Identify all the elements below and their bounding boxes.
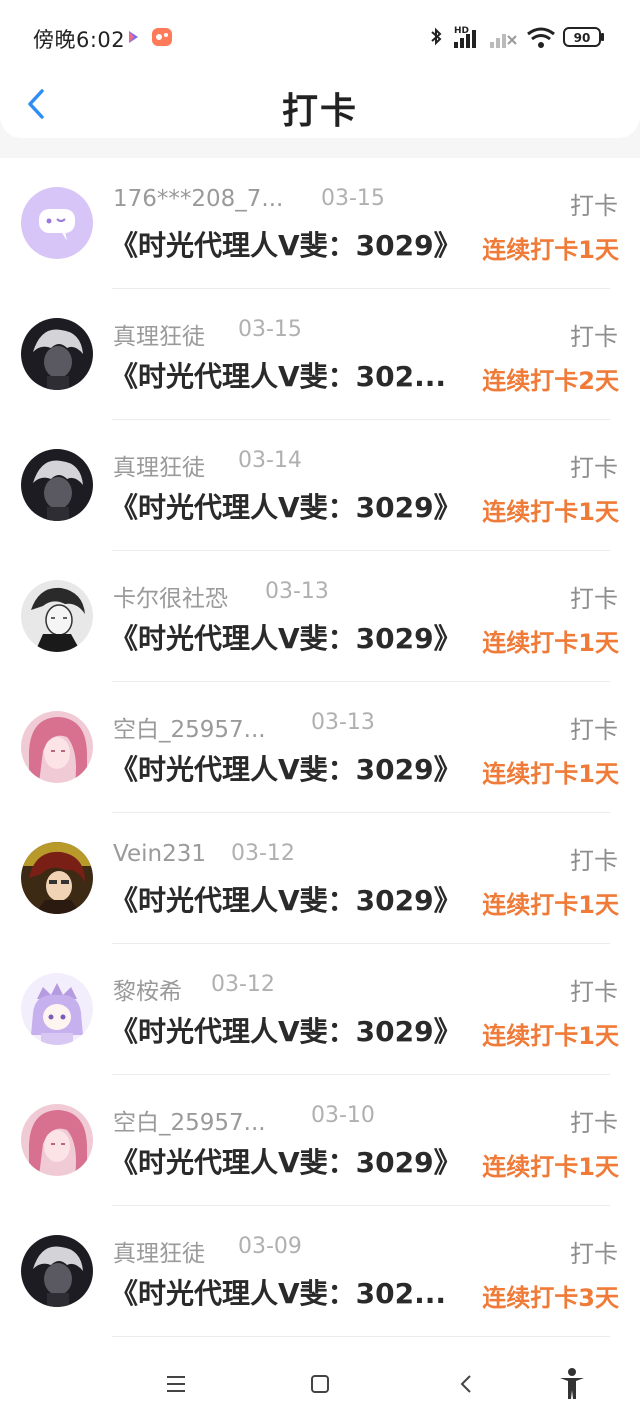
nav-bar: 打卡 (0, 70, 640, 138)
book-title: 《时光代理人V斐：3029》 (110, 229, 462, 262)
menu-icon (167, 1376, 185, 1392)
red-hair-avatar[interactable] (21, 842, 93, 914)
list-item[interactable]: 卡尔很社恐 03-13 打卡 《时光代理人V斐：3029》 连续打卡1天 (0, 551, 640, 682)
list-item[interactable]: Vein231 03-12 打卡 《时光代理人V斐：3029》 连续打卡1天 (0, 813, 640, 944)
streak-label: 连续打卡1天 (482, 498, 619, 526)
streak-label: 连续打卡1天 (482, 236, 619, 264)
list-item[interactable]: 176***208_7... 03-15 打卡 《时光代理人V斐：3029》 连… (0, 158, 640, 289)
streak-label: 连续打卡1天 (482, 760, 619, 788)
username: 空白_25957... (113, 717, 266, 743)
svg-text:90: 90 (574, 31, 591, 45)
system-nav-bar (0, 1346, 640, 1422)
username: 空白_25957... (113, 1110, 266, 1136)
username: 真理狂徒 (113, 455, 205, 481)
menu-button[interactable] (154, 1362, 198, 1406)
signal-hd-icon: HD (454, 26, 476, 48)
streak-label: 连续打卡1天 (482, 1153, 619, 1181)
list-item[interactable]: 黎桉希 03-12 打卡 《时光代理人V斐：3029》 连续打卡1天 (0, 944, 640, 1075)
chat-bubble-avatar[interactable] (21, 187, 93, 259)
checkin-tag[interactable]: 打卡 (570, 841, 618, 876)
home-button[interactable] (298, 1362, 342, 1406)
top-card: 傍晚6:02 HD 90 打卡 (0, 0, 640, 138)
checkin-date: 03-12 (211, 972, 275, 997)
checkin-date: 03-15 (321, 186, 385, 211)
book-title: 《时光代理人V斐：3029》 (110, 1015, 462, 1048)
sketch-avatar[interactable] (21, 580, 93, 652)
checkin-list[interactable]: 176***208_7... 03-15 打卡 《时光代理人V斐：3029》 连… (0, 158, 640, 1346)
bluetooth-icon (431, 27, 442, 46)
checkin-tag[interactable]: 打卡 (570, 317, 618, 352)
grey-hair-avatar[interactable] (21, 318, 93, 390)
streak-label: 连续打卡1天 (482, 891, 619, 919)
checkin-date: 03-15 (238, 317, 302, 342)
status-bar: 傍晚6:02 HD 90 (0, 0, 640, 70)
list-item[interactable]: 空白_25957... 03-10 打卡 《时光代理人V斐：3029》 连续打卡… (0, 1075, 640, 1206)
purple-crown-avatar[interactable] (21, 973, 93, 1045)
checkin-tag[interactable]: 打卡 (570, 186, 618, 221)
battery-icon: 90 (563, 27, 604, 47)
pink-hair-avatar[interactable] (21, 711, 93, 783)
book-title: 《时光代理人V斐：3029》 (110, 753, 462, 786)
back-chevron-icon (460, 1375, 471, 1393)
play-app-icon (129, 31, 138, 43)
checkin-date: 03-12 (231, 841, 295, 866)
checkin-tag[interactable]: 打卡 (570, 710, 618, 745)
username: 黎桉希 (113, 979, 182, 1005)
grey-hair-avatar[interactable] (21, 1235, 93, 1307)
list-item[interactable]: 真理狂徒 03-14 打卡 《时光代理人V斐：3029》 连续打卡1天 (0, 420, 640, 551)
streak-label: 连续打卡1天 (482, 629, 619, 657)
checkin-tag[interactable]: 打卡 (570, 1103, 618, 1138)
book-title: 《时光代理人V斐：3029》 (110, 1146, 462, 1179)
pink-hair-avatar[interactable] (21, 1104, 93, 1176)
system-back-button[interactable] (444, 1362, 488, 1406)
book-title: 《时光代理人V斐：302... (110, 1277, 447, 1310)
checkin-date: 03-13 (311, 710, 375, 735)
username: 卡尔很社恐 (113, 586, 228, 612)
username: 真理狂徒 (113, 324, 205, 350)
checkin-date: 03-13 (265, 579, 329, 604)
book-title: 《时光代理人V斐：3029》 (110, 491, 462, 524)
streak-label: 连续打卡2天 (482, 367, 619, 395)
streak-label: 连续打卡3天 (482, 1284, 619, 1312)
streak-label: 连续打卡1天 (482, 1022, 619, 1050)
row-divider (112, 1336, 610, 1337)
username: 176***208_7... (113, 186, 284, 212)
checkin-tag[interactable]: 打卡 (570, 1234, 618, 1269)
checkin-date: 03-10 (311, 1103, 375, 1128)
status-icons: HD 90 (431, 26, 604, 48)
game-app-icon (152, 28, 172, 46)
checkin-tag[interactable]: 打卡 (570, 579, 618, 614)
list-item[interactable]: 真理狂徒 03-15 打卡 《时光代理人V斐：302... 连续打卡2天 (0, 289, 640, 420)
status-time: 傍晚6:02 (33, 28, 126, 52)
accessibility-icon (560, 1368, 584, 1399)
book-title: 《时光代理人V斐：3029》 (110, 622, 462, 655)
checkin-tag[interactable]: 打卡 (570, 448, 618, 483)
grey-hair-avatar[interactable] (21, 449, 93, 521)
accessibility-button[interactable] (550, 1362, 594, 1406)
book-title: 《时光代理人V斐：3029》 (110, 884, 462, 917)
page-title: 打卡 (281, 91, 358, 132)
book-title: 《时光代理人V斐：302... (110, 360, 447, 393)
list-item[interactable]: 空白_25957... 03-13 打卡 《时光代理人V斐：3029》 连续打卡… (0, 682, 640, 813)
checkin-date: 03-14 (238, 448, 302, 473)
username: Vein231 (113, 841, 206, 867)
home-square-icon (311, 1375, 329, 1393)
wifi-icon (527, 27, 555, 48)
list-item[interactable]: 真理狂徒 03-09 打卡 《时光代理人V斐：302... 连续打卡3天 (0, 1206, 640, 1337)
username: 真理狂徒 (113, 1241, 205, 1267)
checkin-date: 03-09 (238, 1234, 302, 1259)
signal-empty-icon (490, 34, 517, 48)
checkin-tag[interactable]: 打卡 (570, 972, 618, 1007)
